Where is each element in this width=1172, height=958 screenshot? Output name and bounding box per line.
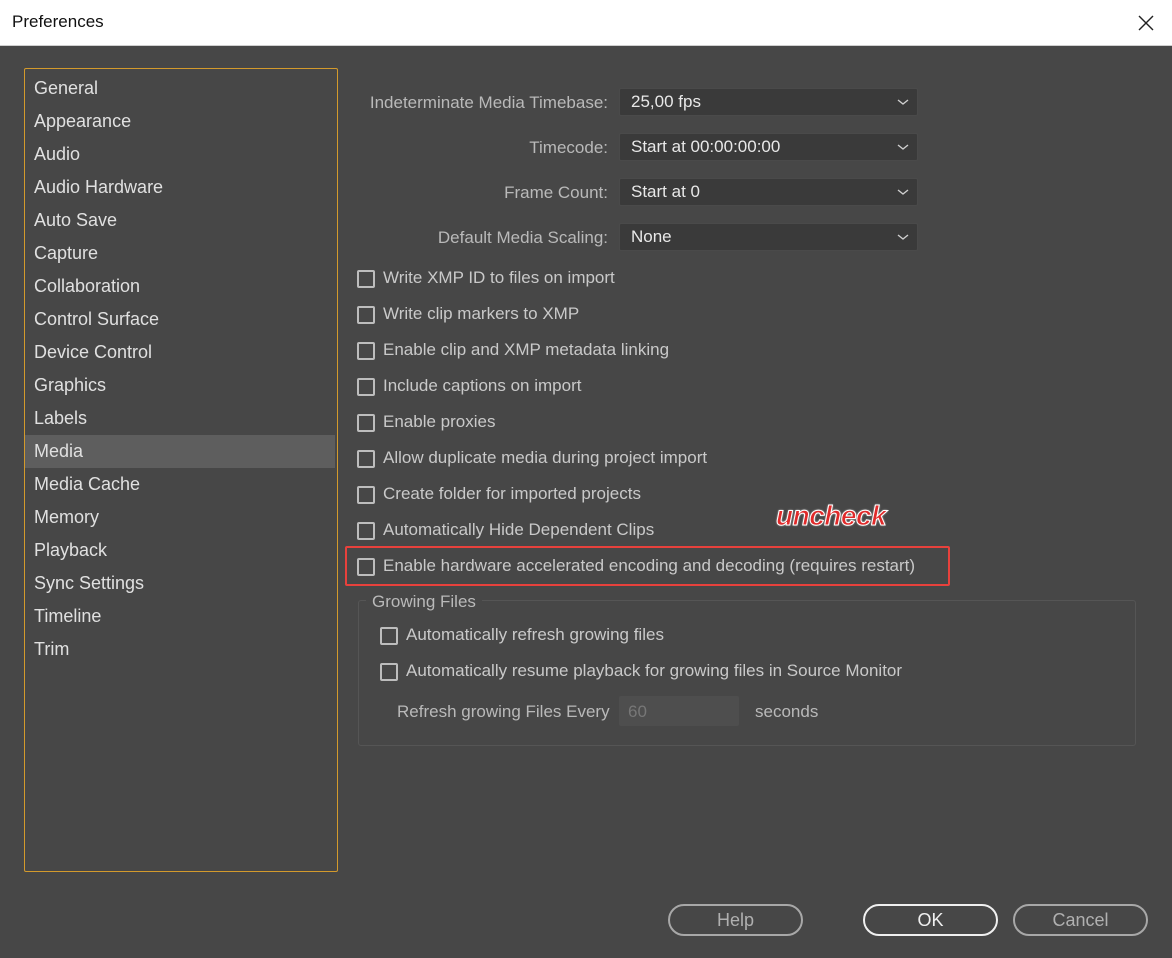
checkbox-box[interactable] [357,522,375,540]
sidebar-item-audio[interactable]: Audio [25,138,335,171]
checkbox-label: Create folder for imported projects [383,484,641,503]
frame-count-dropdown[interactable]: Start at 0 [619,178,918,206]
sidebar-item-timeline[interactable]: Timeline [25,600,335,633]
preferences-category-list: General Appearance Audio Audio Hardware … [24,68,338,872]
close-button[interactable] [1120,0,1172,46]
sidebar-item-device-control[interactable]: Device Control [25,336,335,369]
refresh-interval-unit: seconds [755,702,819,721]
frame-count-value: Start at 0 [631,182,700,201]
timebase-value: 25,00 fps [631,92,701,111]
sidebar-item-capture[interactable]: Capture [25,237,335,270]
checkbox-box[interactable] [357,378,375,396]
window-title: Preferences [12,12,104,31]
timecode-value: Start at 00:00:00:00 [631,137,781,156]
help-button[interactable]: Help [668,904,803,936]
sidebar-item-appearance[interactable]: Appearance [25,105,335,138]
checkbox-label: Include captions on import [383,376,582,395]
checkbox-box[interactable] [357,486,375,504]
sidebar-item-media[interactable]: Media [25,435,335,468]
sidebar-item-auto-save[interactable]: Auto Save [25,204,335,237]
sidebar-item-media-cache[interactable]: Media Cache [25,468,335,501]
checkbox-label: Automatically Hide Dependent Clips [383,520,655,539]
checkbox-box[interactable] [357,414,375,432]
sidebar-item-trim[interactable]: Trim [25,633,335,666]
close-icon [1138,15,1154,31]
annotation-text: uncheck [775,500,887,532]
sidebar-item-graphics[interactable]: Graphics [25,369,335,402]
refresh-interval-input[interactable]: 60 [619,696,739,726]
growing-files-title: Growing Files [366,592,482,612]
checkbox-box[interactable] [380,663,398,681]
scaling-value: None [631,227,672,246]
cancel-button[interactable]: Cancel [1013,904,1148,936]
refresh-interval-label: Refresh growing Files Every [397,702,610,721]
timecode-dropdown[interactable]: Start at 00:00:00:00 [619,133,918,161]
timebase-label: Indeterminate Media Timebase: [369,93,608,112]
timebase-dropdown[interactable]: 25,00 fps [619,88,918,116]
chevron-down-icon [897,189,909,195]
sidebar-item-audio-hardware[interactable]: Audio Hardware [25,171,335,204]
sidebar-item-playback[interactable]: Playback [25,534,335,567]
checkbox-label: Enable proxies [383,412,496,431]
checkbox-box[interactable] [357,270,375,288]
sidebar-item-collaboration[interactable]: Collaboration [25,270,335,303]
checkbox-box[interactable] [357,342,375,360]
title-bar: Preferences [0,0,1172,46]
scaling-dropdown[interactable]: None [619,223,918,251]
chevron-down-icon [897,99,909,105]
checkbox-box[interactable] [380,627,398,645]
checkbox-label: Write XMP ID to files on import [383,268,615,287]
refresh-interval-value: 60 [628,702,647,721]
checkbox-box[interactable] [357,306,375,324]
sidebar-item-general[interactable]: General [25,72,335,105]
chevron-down-icon [897,144,909,150]
timecode-label: Timecode: [529,138,608,157]
checkbox-label: Write clip markers to XMP [383,304,580,323]
chevron-down-icon [897,234,909,240]
frame-count-label: Frame Count: [504,183,608,202]
annotation-highlight-box [345,546,950,586]
checkbox-label: Enable clip and XMP metadata linking [383,340,670,359]
checkbox-box[interactable] [357,450,375,468]
sidebar-item-labels[interactable]: Labels [25,402,335,435]
ok-button[interactable]: OK [863,904,998,936]
sidebar-item-memory[interactable]: Memory [25,501,335,534]
sidebar-item-control-surface[interactable]: Control Surface [25,303,335,336]
checkbox-label: Automatically resume playback for growin… [406,661,903,680]
checkbox-label: Allow duplicate media during project imp… [383,448,708,467]
checkbox-label: Automatically refresh growing files [406,625,664,644]
scaling-label: Default Media Scaling: [437,228,608,247]
sidebar-item-sync-settings[interactable]: Sync Settings [25,567,335,600]
